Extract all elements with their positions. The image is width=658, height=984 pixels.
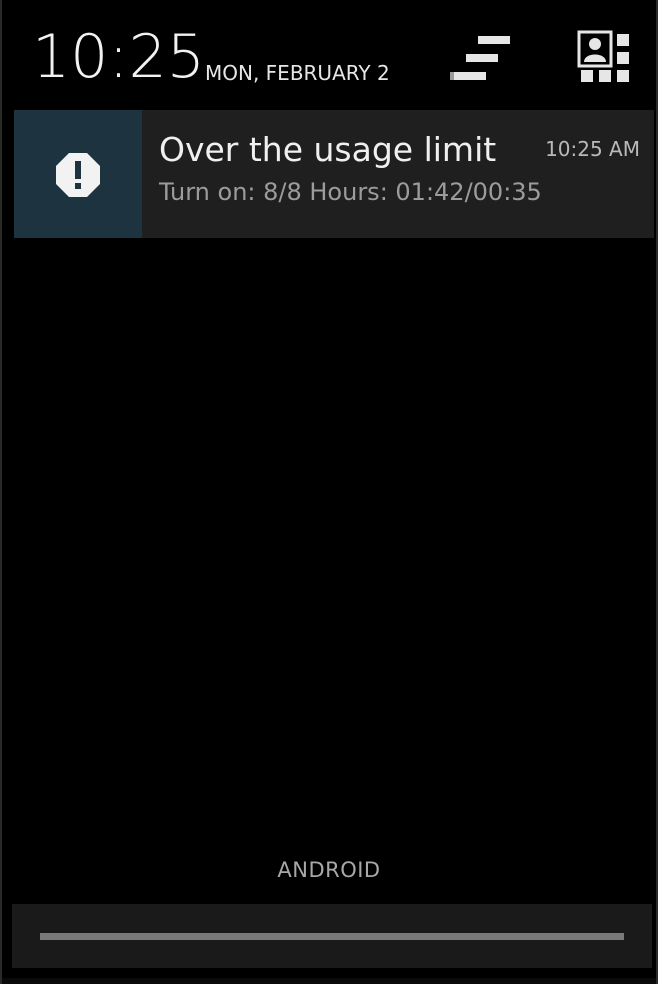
clear-all-icon[interactable] <box>450 34 514 82</box>
carrier-label: ANDROID <box>277 858 381 882</box>
notification-shade: 10:25 MON, FEBRUARY 2 Over the usage lim… <box>0 0 658 984</box>
notification-icon-box <box>14 110 142 238</box>
warning-icon <box>56 153 100 197</box>
drag-handle[interactable] <box>12 904 652 968</box>
notification-time: 10:25 AM <box>545 137 640 161</box>
notification-text: Turn on: 8/8 Hours: 01:42/00:35 <box>159 178 542 206</box>
shade-header: 10:25 MON, FEBRUARY 2 <box>2 0 656 100</box>
quick-settings-icon[interactable] <box>577 30 633 82</box>
drag-handle-icon[interactable] <box>40 933 624 940</box>
notification-card[interactable]: Over the usage limit 10:25 AM Turn on: 8… <box>14 110 654 238</box>
clock[interactable]: 10:25 <box>32 22 205 92</box>
date-label[interactable]: MON, FEBRUARY 2 <box>205 61 390 85</box>
bottom-edge <box>2 978 656 984</box>
notification-title: Over the usage limit <box>159 130 497 169</box>
